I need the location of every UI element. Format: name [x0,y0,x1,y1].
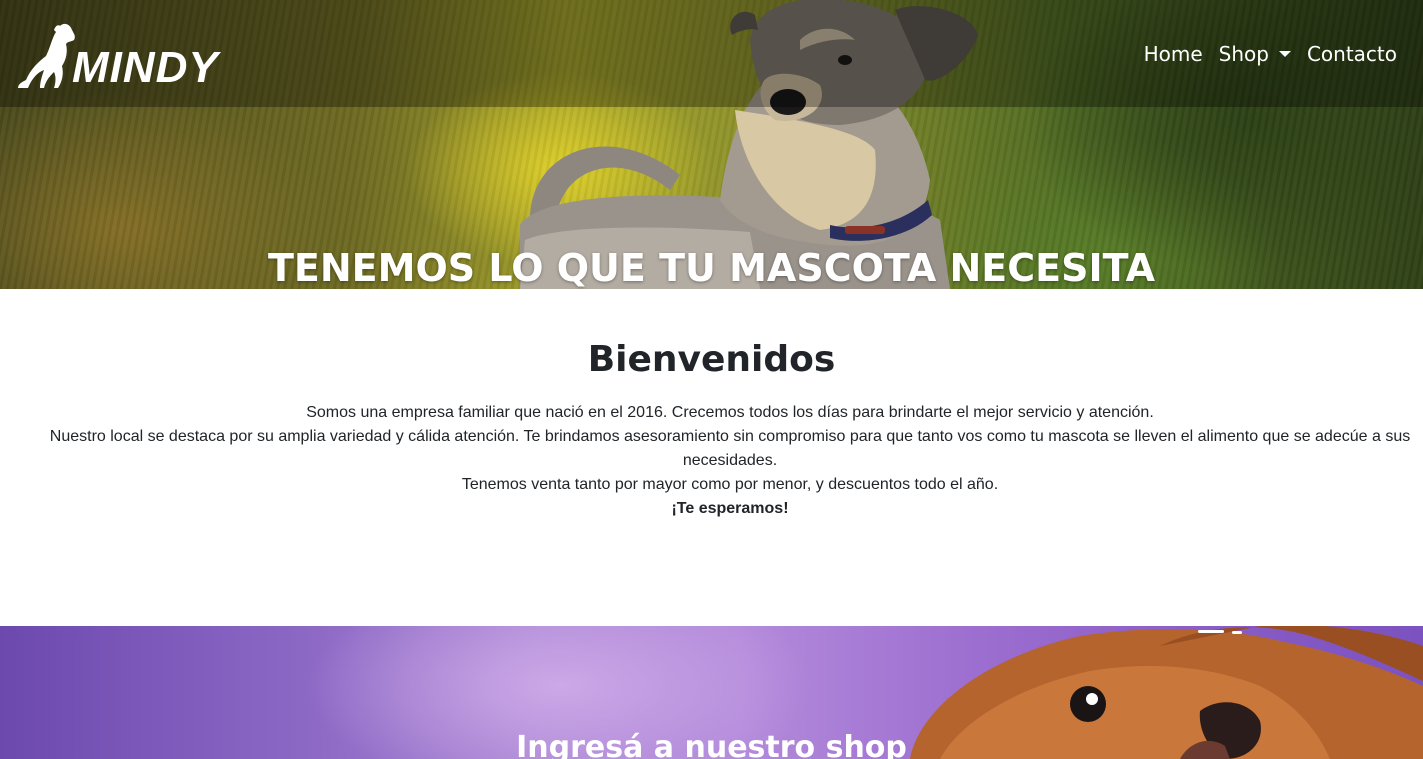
welcome-paragraph-2: Nuestro local se destaca por su amplia v… [49,428,1411,469]
nav-link-home[interactable]: Home [1136,34,1211,74]
welcome-closing: ¡Te esperamos! [671,500,789,517]
welcome-section: Bienvenidos Somos una empresa familiar q… [0,289,1423,626]
welcome-title: Bienvenidos [587,339,836,380]
nav-link-contacto-label: Contacto [1306,41,1397,66]
hero-title: TENEMOS LO QUE TU MASCOTA NECESITA [268,246,1155,289]
dog-logo-icon [18,23,75,88]
shop-banner[interactable]: Ingresá a nuestro shop [0,626,1423,759]
welcome-paragraph-1: Somos una empresa familiar que nació en … [306,404,1154,421]
brand-name: MINDY [72,42,219,92]
navbar: MINDY Home Shop Contacto [0,0,1423,107]
welcome-text: Somos una empresa familiar que nació en … [40,401,1420,521]
caret-down-icon [1278,50,1291,57]
brand-logo[interactable]: MINDY [16,20,219,92]
hero-banner: MINDY Home Shop Contacto TENEMOS LO QUE … [0,0,1423,289]
nav-link-shop-label: Shop [1218,41,1269,66]
nav-link-shop-dropdown[interactable]: Shop [1211,34,1299,74]
welcome-paragraph-3: Tenemos venta tanto por mayor como por m… [461,476,999,493]
shop-banner-title[interactable]: Ingresá a nuestro shop [0,730,1423,759]
nav-link-home-label: Home [1143,41,1203,66]
nav-link-contacto[interactable]: Contacto [1299,34,1405,74]
nav-links: Home Shop Contacto [1136,34,1405,74]
